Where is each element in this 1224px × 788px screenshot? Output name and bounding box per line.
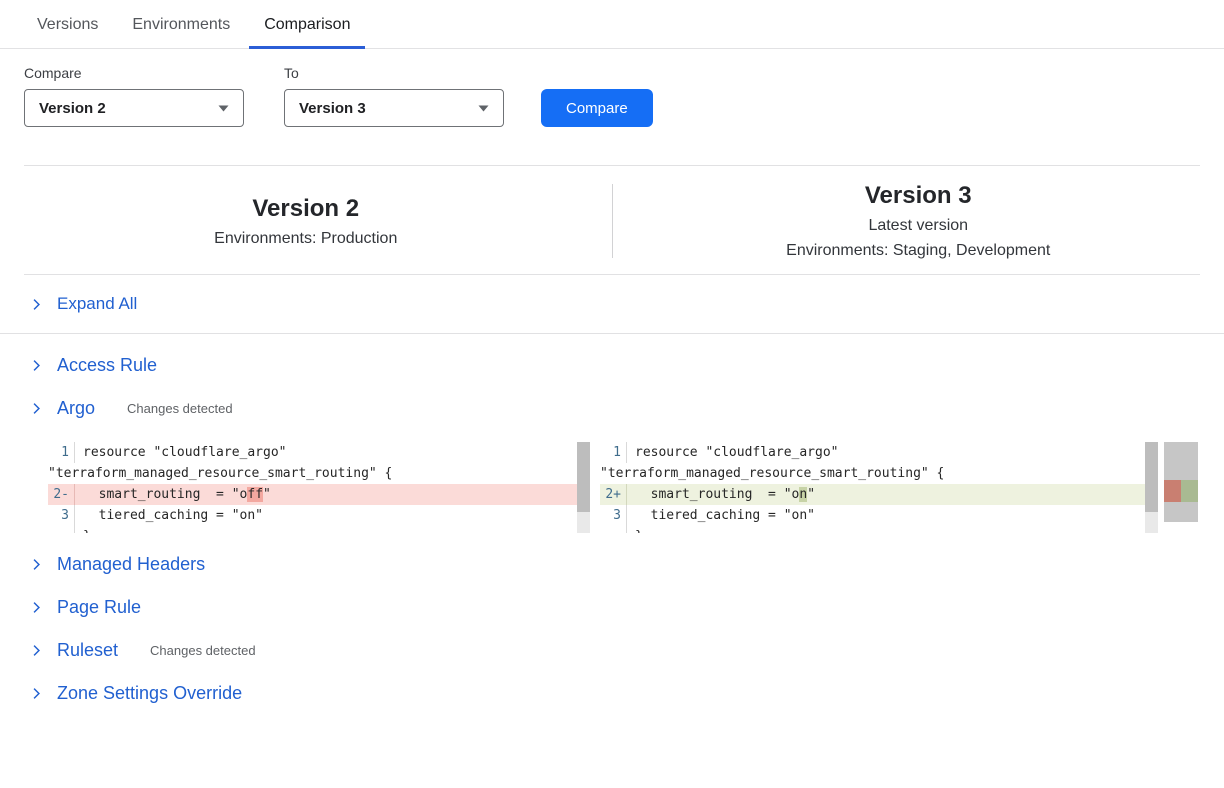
code-line: }	[627, 526, 643, 533]
tab-environments[interactable]: Environments	[117, 16, 245, 48]
scrollbar-thumb[interactable]	[577, 442, 590, 512]
compare-from-select[interactable]: Version 2	[24, 89, 244, 127]
diff-row-clipped: }	[48, 526, 577, 533]
to-label: To	[284, 65, 504, 81]
section-label: Zone Settings Override	[57, 683, 242, 704]
section-zone-settings-override[interactable]: Zone Settings Override	[0, 672, 1224, 715]
chevron-right-icon	[30, 402, 43, 415]
diff-row: 3 tiered_caching = "on"	[48, 505, 577, 526]
tab-versions[interactable]: Versions	[22, 16, 113, 48]
compare-from-value: Version 2	[39, 100, 106, 117]
ruler-deleted-mark	[1164, 480, 1181, 502]
version-left-title: Version 2	[252, 195, 359, 223]
compare-label: Compare	[24, 65, 244, 81]
diff-row: 3 tiered_caching = "on"	[600, 505, 1145, 526]
version-right-column: Version 3 Latest version Environments: S…	[613, 182, 1224, 260]
diff-right-panel: 1 resource "cloudflare_argo" "terraform_…	[600, 442, 1158, 533]
code-line: "terraform_managed_resource_smart_routin…	[600, 463, 944, 484]
code-line: smart_routing = "off"	[75, 484, 271, 505]
line-number: 1	[600, 442, 627, 463]
line-number	[48, 526, 75, 533]
diff-left-code: 1 resource "cloudflare_argo" "terraform_…	[48, 442, 577, 533]
diff-row-clipped: }	[600, 526, 1145, 533]
chevron-right-icon	[30, 359, 43, 372]
chevron-right-icon	[30, 601, 43, 614]
section-list: Access Rule Argo Changes detected 1 reso…	[0, 334, 1224, 715]
compare-controls: Compare Version 2 To Version 3 Compare	[0, 49, 1224, 127]
section-label: Managed Headers	[57, 554, 205, 575]
deleted-word-highlight: ff	[247, 487, 263, 502]
section-page-rule[interactable]: Page Rule	[0, 586, 1224, 629]
diff-row-wrap: "terraform_managed_resource_smart_routin…	[600, 463, 1145, 484]
section-managed-headers[interactable]: Managed Headers	[0, 543, 1224, 586]
tab-bar: Versions Environments Comparison	[0, 0, 1224, 49]
chevron-down-icon	[478, 105, 489, 112]
section-ruleset[interactable]: Ruleset Changes detected	[0, 629, 1224, 672]
section-label: Argo	[57, 398, 95, 419]
line-number: 3	[600, 505, 627, 526]
code-line: resource "cloudflare_argo"	[75, 442, 287, 463]
code-line: smart_routing = "on"	[627, 484, 815, 505]
diff-row: 1 resource "cloudflare_argo"	[48, 442, 577, 463]
version-right-environments: Environments: Staging, Development	[786, 242, 1050, 260]
ruler-added-mark	[1181, 480, 1198, 502]
code-line: tiered_caching = "on"	[627, 505, 815, 526]
diff-row: 1 resource "cloudflare_argo"	[600, 442, 1145, 463]
chevron-right-icon	[30, 687, 43, 700]
compare-to-select[interactable]: Version 3	[284, 89, 504, 127]
tab-comparison[interactable]: Comparison	[249, 16, 365, 48]
argo-diff: 1 resource "cloudflare_argo" "terraform_…	[48, 442, 1200, 533]
changes-detected-badge: Changes detected	[127, 401, 233, 416]
version-right-badge: Latest version	[868, 217, 968, 235]
diff-row-deleted: 2- smart_routing = "off"	[48, 484, 577, 505]
line-number: 3	[48, 505, 75, 526]
section-label: Access Rule	[57, 355, 157, 376]
diff-overview-ruler[interactable]	[1164, 442, 1198, 522]
section-argo[interactable]: Argo Changes detected	[0, 387, 1224, 430]
expand-all-label: Expand All	[57, 294, 137, 314]
line-number: 1	[48, 442, 75, 463]
chevron-right-icon	[30, 644, 43, 657]
diff-right-code: 1 resource "cloudflare_argo" "terraform_…	[600, 442, 1145, 533]
line-number: 2+	[600, 484, 627, 505]
version-right-title: Version 3	[865, 182, 972, 210]
changes-detected-badge: Changes detected	[150, 643, 256, 658]
section-label: Page Rule	[57, 597, 141, 618]
code-line: tiered_caching = "on"	[75, 505, 263, 526]
version-left-column: Version 2 Environments: Production	[0, 182, 612, 260]
expand-all-button[interactable]: Expand All	[0, 275, 1224, 334]
left-scrollbar[interactable]	[577, 442, 590, 533]
compare-button[interactable]: Compare	[541, 89, 653, 127]
diff-left-panel: 1 resource "cloudflare_argo" "terraform_…	[48, 442, 590, 533]
line-number: 2-	[48, 484, 75, 505]
line-number	[600, 526, 627, 533]
code-line: "terraform_managed_resource_smart_routin…	[48, 463, 392, 484]
version-left-environments: Environments: Production	[214, 230, 397, 248]
version-header: Version 2 Environments: Production Versi…	[0, 166, 1224, 274]
scrollbar-thumb[interactable]	[1145, 442, 1158, 512]
section-access-rule[interactable]: Access Rule	[0, 344, 1224, 387]
code-line: }	[75, 526, 91, 533]
diff-row-wrap: "terraform_managed_resource_smart_routin…	[48, 463, 577, 484]
chevron-right-icon	[30, 298, 43, 311]
diff-row-added: 2+ smart_routing = "on"	[600, 484, 1145, 505]
chevron-right-icon	[30, 558, 43, 571]
chevron-down-icon	[218, 105, 229, 112]
code-line: resource "cloudflare_argo"	[627, 442, 839, 463]
compare-to-value: Version 3	[299, 100, 366, 117]
right-scrollbar[interactable]	[1145, 442, 1158, 533]
section-label: Ruleset	[57, 640, 118, 661]
